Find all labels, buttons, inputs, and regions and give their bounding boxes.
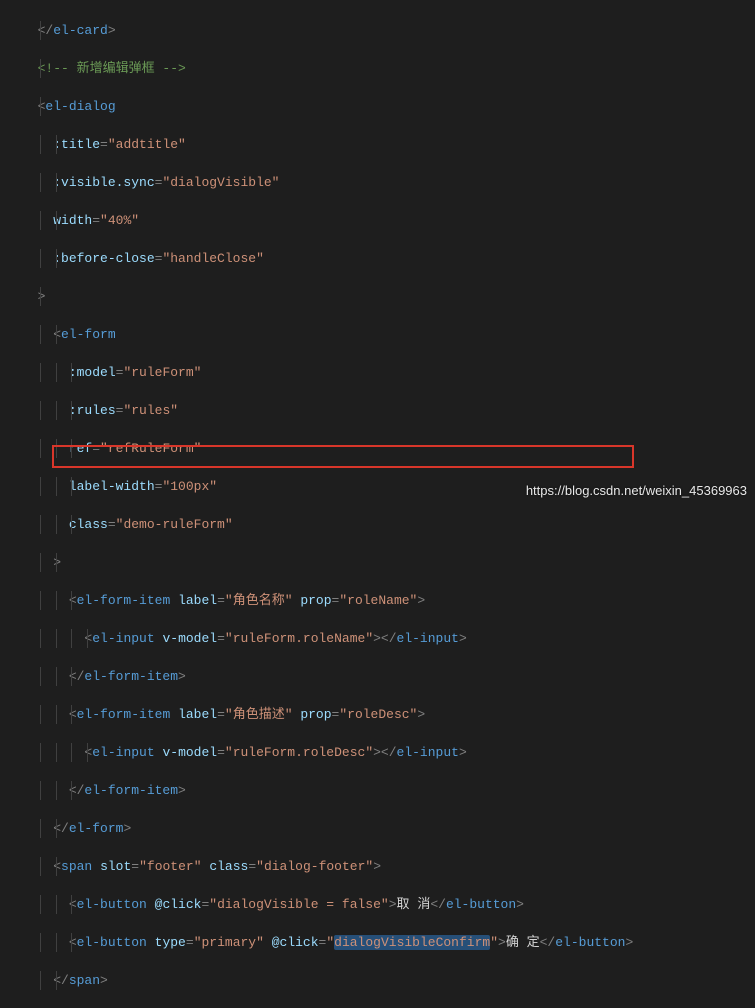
code-string: "demo-ruleForm" <box>116 517 233 532</box>
code-token: span <box>69 973 100 988</box>
code-token: el-form-item <box>77 707 171 722</box>
code-comment: <!-- 新增编辑弹框 --> <box>38 61 186 76</box>
code-token: el-form <box>61 327 116 342</box>
code-attr: :model <box>69 365 116 380</box>
code-string: "40%" <box>100 213 139 228</box>
code-attr: :title <box>53 137 100 152</box>
code-token: el-form <box>69 821 124 836</box>
code-string: "100px" <box>162 479 217 494</box>
code-attr: label-width <box>69 479 155 494</box>
code-attr: :visible.sync <box>53 175 154 190</box>
code-attr: :rules <box>69 403 116 418</box>
code-attr: :before-close <box>53 251 154 266</box>
code-editor[interactable]: </el-card> <!-- 新增编辑弹框 --> <el-dialog :t… <box>0 0 755 1008</box>
code-token: el-card <box>53 23 108 38</box>
code-token: span <box>61 859 92 874</box>
selected-text: dialogVisibleConfirm <box>334 935 490 950</box>
code-string: "refRuleForm" <box>100 441 201 456</box>
code-token: el-button <box>77 897 147 912</box>
watermark-text: https://blog.csdn.net/weixin_45369963 <box>526 481 747 500</box>
code-token: > <box>38 289 46 304</box>
code-token: el-form-item <box>77 593 171 608</box>
code-token: el-form-item <box>84 669 178 684</box>
code-string: "handleClose" <box>162 251 263 266</box>
code-attr: class <box>69 517 108 532</box>
code-attr: ref <box>69 441 92 456</box>
code-string: "addtitle" <box>108 137 186 152</box>
code-attr: width <box>53 213 92 228</box>
code-token: el-button <box>77 935 147 950</box>
code-string: "dialogVisible" <box>162 175 279 190</box>
code-token: el-input <box>92 631 154 646</box>
code-token: el-input <box>92 745 154 760</box>
code-token: el-form-item <box>84 783 178 798</box>
code-string: "ruleForm" <box>123 365 201 380</box>
code-token: > <box>53 555 61 570</box>
code-token: el-dialog <box>45 99 115 114</box>
code-string: "rules" <box>123 403 178 418</box>
